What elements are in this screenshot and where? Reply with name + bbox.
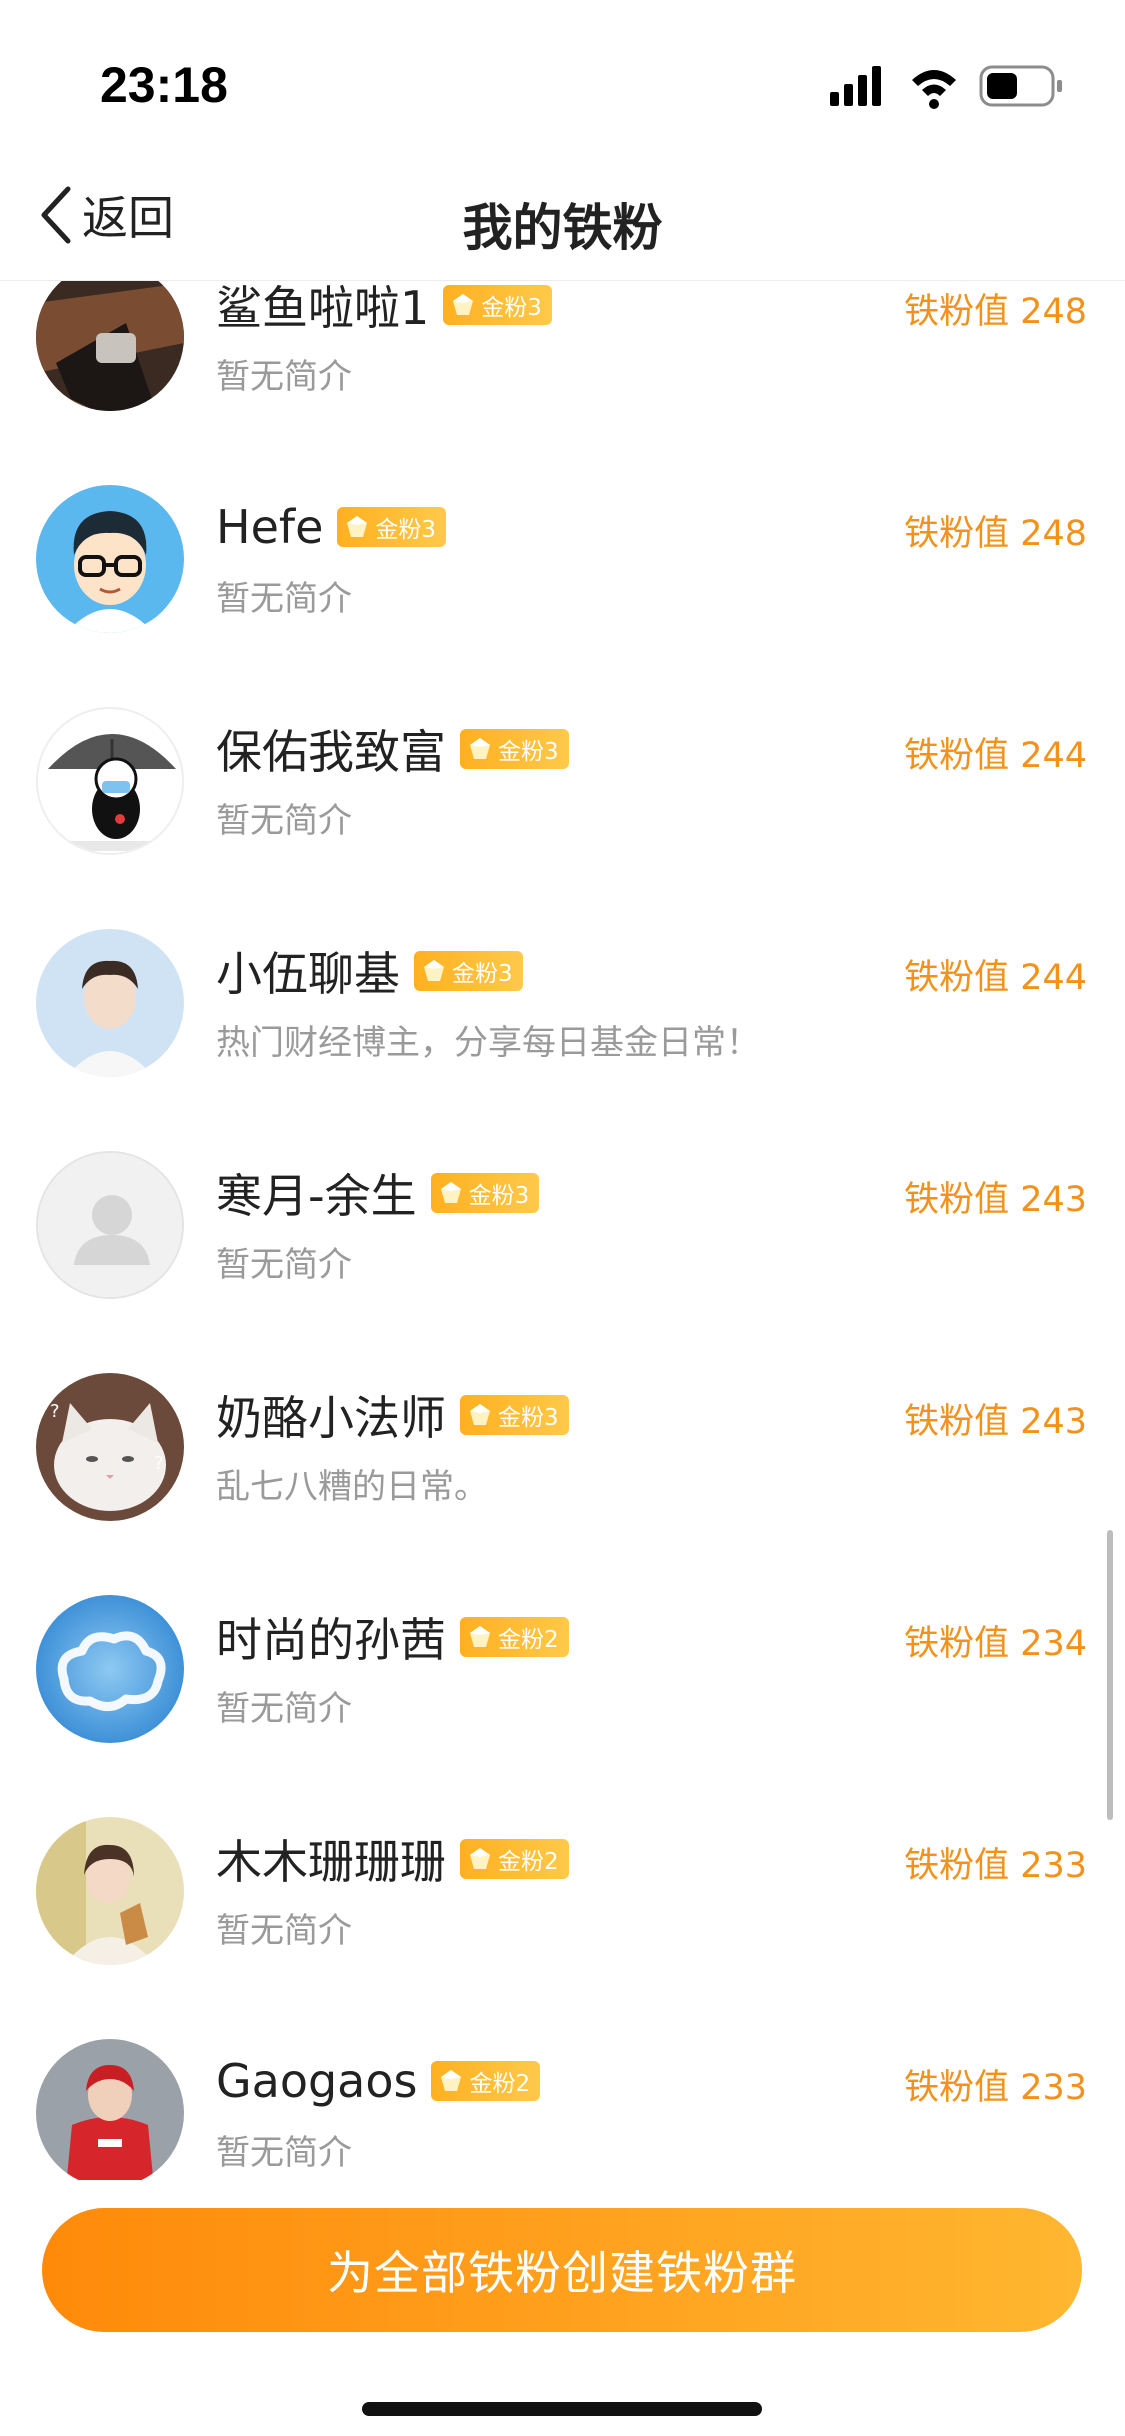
fan-value: 铁粉值 243 <box>904 1402 1087 1442</box>
gem-icon <box>470 1404 490 1425</box>
fan-item[interactable]: 鲨鱼啦啦1 金粉3 暂无简介 铁粉值 248 <box>0 281 1125 453</box>
fan-name: 时尚的孙茜 <box>216 1613 446 1667</box>
fan-name: 小伍聊基 <box>216 947 400 1001</box>
fan-bio: 暂无简介 <box>216 1245 352 1285</box>
gem-icon <box>470 738 490 759</box>
avatar[interactable] <box>36 929 184 1077</box>
fan-value: 铁粉值 248 <box>904 292 1087 332</box>
avatar[interactable] <box>36 485 184 633</box>
bottom-action-area: 为全部铁粉创建铁粉群 <box>0 2180 1125 2436</box>
fan-list[interactable]: 鲨鱼啦啦1 金粉3 暂无简介 铁粉值 248 Hefe 金粉3 暂无简介 铁粉值… <box>0 281 1125 2180</box>
svg-text:?: ? <box>50 1401 60 1422</box>
fan-bio: 暂无简介 <box>216 1911 352 1951</box>
fan-name: 鲨鱼啦啦1 <box>216 281 430 335</box>
fan-level-badge: 金粉3 <box>443 285 552 325</box>
fan-value: 铁粉值 243 <box>904 1180 1087 1220</box>
fan-level-badge: 金粉3 <box>337 507 447 547</box>
car-interior-avatar-icon <box>36 281 184 411</box>
name-row: 寒月-余生 金粉3 <box>216 1163 540 1223</box>
girl-bread-avatar-icon <box>36 1817 184 1965</box>
fan-level-badge: 金粉3 <box>430 1173 540 1213</box>
fan-level-badge: 金粉2 <box>431 2061 541 2101</box>
fan-item[interactable]: Hefe 金粉3 暂无简介 铁粉值 248 <box>0 453 1125 675</box>
battery-icon <box>979 65 1062 107</box>
fan-level-badge: 金粉2 <box>460 1617 569 1657</box>
page-title: 我的铁粉 <box>462 199 663 257</box>
fan-name: 寒月-余生 <box>216 1169 417 1223</box>
fan-item[interactable]: 保佑我致富 金粉3 暂无简介 铁粉值 244 <box>0 675 1125 897</box>
avatar[interactable] <box>36 281 184 411</box>
create-fan-group-label: 为全部铁粉创建铁粉群 <box>327 2246 797 2300</box>
fan-bio: 暂无简介 <box>216 2133 352 2173</box>
name-row: 鲨鱼啦啦1 金粉3 <box>216 281 552 335</box>
status-icons <box>830 65 1062 109</box>
fan-bio: 热门财经博主，分享每日基金日常！ <box>216 1023 760 1063</box>
fan-bio: 暂无简介 <box>216 579 352 619</box>
avatar[interactable] <box>36 707 184 855</box>
fan-name: 木木珊珊珊 <box>216 1835 446 1889</box>
status-time: 23:18 <box>100 57 228 113</box>
fan-name: 奶酪小法师 <box>216 1391 446 1445</box>
name-row: 奶酪小法师 金粉3 <box>216 1385 569 1445</box>
name-row: 时尚的孙茜 金粉2 <box>216 1607 569 1667</box>
panda-umbrella-avatar-icon <box>38 709 182 853</box>
fan-item[interactable]: 寒月-余生 金粉3 暂无简介 铁粉值 243 <box>0 1119 1125 1341</box>
fan-value: 铁粉值 244 <box>904 958 1087 998</box>
fan-item[interactable]: 木木珊珊珊 金粉2 暂无简介 铁粉值 233 <box>0 1785 1125 2007</box>
cellular-signal-icon <box>830 66 881 106</box>
name-row: 小伍聊基 金粉3 <box>216 941 523 1001</box>
gem-icon <box>470 1626 490 1647</box>
fan-level-badge: 金粉3 <box>460 729 569 769</box>
fan-item[interactable]: 小伍聊基 金粉3 热门财经博主，分享每日基金日常！ 铁粉值 244 <box>0 897 1125 1119</box>
nav-bar: 返回 我的铁粉 <box>0 150 1125 281</box>
name-row: Gaogaos 金粉2 <box>216 2051 541 2111</box>
fan-item[interactable]: 时尚的孙茜 金粉2 暂无简介 铁粉值 234 <box>0 1563 1125 1785</box>
avatar[interactable] <box>36 1151 184 1299</box>
fan-name: Gaogaos <box>216 2054 418 2108</box>
scrollbar[interactable] <box>1107 1530 1113 1820</box>
racer-red-avatar-icon <box>36 2039 184 2180</box>
young-man-avatar-icon <box>36 929 184 1077</box>
gem-icon <box>441 2070 462 2091</box>
avatar[interactable] <box>36 1817 184 1965</box>
avatar[interactable] <box>36 2039 184 2180</box>
fan-value: 铁粉值 244 <box>904 736 1087 776</box>
cartoon-man-avatar-icon <box>36 485 184 633</box>
fan-value: 铁粉值 233 <box>904 2068 1087 2108</box>
status-bar: 23:18 <box>0 0 1125 150</box>
avatar[interactable]: ? ? <box>36 1373 184 1521</box>
gem-icon <box>470 1848 490 1869</box>
gem-icon <box>453 294 474 315</box>
create-fan-group-button[interactable]: 为全部铁粉创建铁粉群 <box>42 2208 1082 2332</box>
fan-value: 铁粉值 234 <box>904 1624 1087 1664</box>
name-row: 木木珊珊珊 金粉2 <box>216 1829 569 1889</box>
name-row: 保佑我致富 金粉3 <box>216 719 569 779</box>
fan-bio: 乱七八糟的日常。 <box>216 1467 488 1507</box>
fan-value: 铁粉值 248 <box>904 514 1087 554</box>
gem-icon <box>424 960 444 981</box>
fan-level-badge: 金粉3 <box>414 951 523 991</box>
white-cat-avatar-icon: ? ? <box>36 1373 184 1521</box>
fan-value: 铁粉值 233 <box>904 1846 1087 1886</box>
fan-level-badge: 金粉2 <box>460 1839 569 1879</box>
svg-text:?: ? <box>154 1453 164 1474</box>
fan-bio: 暂无简介 <box>216 801 352 841</box>
wifi-icon <box>912 70 956 109</box>
fan-bio: 暂无简介 <box>216 1689 352 1729</box>
gem-icon <box>440 1182 461 1203</box>
gem-icon <box>347 516 368 537</box>
fan-item[interactable]: Gaogaos 金粉2 暂无简介 铁粉值 233 <box>0 2007 1125 2180</box>
home-indicator[interactable] <box>362 2402 762 2416</box>
default-person-avatar-icon <box>38 1153 182 1297</box>
avatar[interactable] <box>36 1595 184 1743</box>
fan-item[interactable]: ? ? 奶酪小法师 金粉3 乱七八糟的日常。 铁粉值 243 <box>0 1341 1125 1563</box>
fan-name: Hefe <box>216 500 324 554</box>
fan-bio: 暂无简介 <box>216 357 352 397</box>
cloud-sky-avatar-icon <box>36 1595 184 1743</box>
fan-name: 保佑我致富 <box>216 725 446 779</box>
fan-level-badge: 金粉3 <box>460 1395 569 1435</box>
name-row: Hefe 金粉3 <box>216 497 447 557</box>
